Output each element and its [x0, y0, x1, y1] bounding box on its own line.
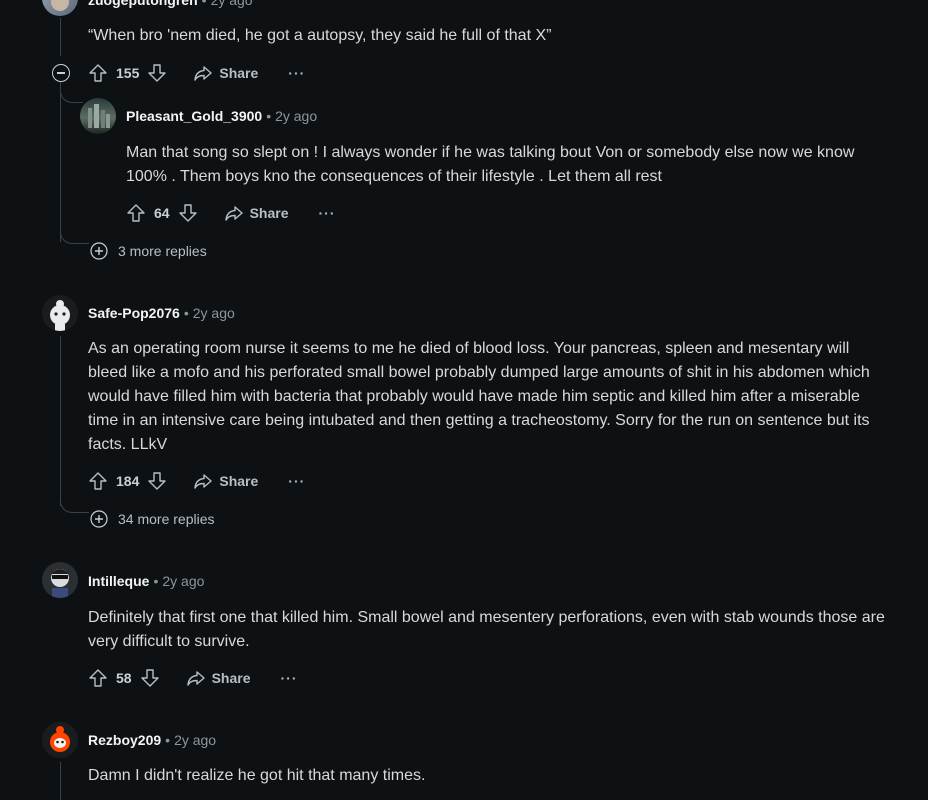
upvote-icon[interactable]: [88, 471, 108, 491]
avatar[interactable]: [42, 295, 78, 331]
thread-line: [60, 82, 61, 242]
downvote-icon[interactable]: [147, 63, 167, 83]
vote-count: 64: [154, 205, 170, 221]
username[interactable]: Rezboy209: [88, 732, 161, 748]
thread-elbow: [60, 494, 89, 513]
thread-line: [60, 336, 61, 506]
more-options-button[interactable]: ···: [319, 205, 336, 221]
share-label: Share: [249, 205, 289, 221]
upvote-icon[interactable]: [88, 63, 108, 83]
timestamp[interactable]: 2y ago: [211, 0, 253, 8]
timestamp[interactable]: 2y ago: [193, 305, 235, 321]
share-icon: [194, 66, 213, 81]
comment-meta: Pleasant_Gold_3900 • 2y ago: [126, 108, 317, 124]
snoo-avatar-icon: [50, 300, 70, 331]
share-icon: [194, 474, 213, 489]
comment-actions: 64 Share ···: [126, 199, 336, 227]
timestamp[interactable]: 2y ago: [174, 732, 216, 748]
avatar[interactable]: [42, 562, 78, 598]
share-icon: [186, 671, 205, 686]
comment-actions: 184 Share ···: [88, 467, 305, 495]
comment-meta: Rezboy209 • 2y ago: [88, 732, 216, 748]
add-circle-icon: [90, 242, 108, 260]
separator-dot: •: [153, 573, 159, 589]
more-options-button[interactable]: ···: [288, 65, 305, 81]
share-label: Share: [219, 65, 259, 81]
timestamp[interactable]: 2y ago: [275, 108, 317, 124]
username[interactable]: Pleasant_Gold_3900: [126, 108, 262, 124]
comment-body: “When bro 'nem died, he got a autopsy, t…: [88, 27, 552, 44]
thread-elbow: [60, 225, 89, 244]
avatar-image: [88, 104, 110, 128]
share-icon: [224, 206, 243, 221]
username[interactable]: Safe-Pop2076: [88, 305, 180, 321]
upvote-icon[interactable]: [88, 668, 108, 688]
comment-body: Man that song so slept on ! I always won…: [126, 144, 855, 185]
collapse-thread-button[interactable]: [52, 64, 70, 82]
comment-meta: Safe-Pop2076 • 2y ago: [88, 305, 235, 321]
share-button[interactable]: Share: [186, 668, 251, 688]
separator-dot: •: [183, 305, 189, 321]
more-replies-button[interactable]: 3 more replies: [90, 242, 207, 260]
share-button[interactable]: Share: [193, 63, 258, 83]
comment-meta: Intilleque • 2y ago: [88, 573, 204, 589]
vote-count: 58: [116, 670, 132, 686]
comment-meta: zuogeputongren • 2y ago: [88, 0, 253, 8]
thread-line: [60, 18, 61, 56]
share-button[interactable]: Share: [224, 203, 289, 223]
upvote-icon[interactable]: [126, 203, 146, 223]
username[interactable]: zuogeputongren: [88, 0, 198, 8]
downvote-icon[interactable]: [147, 471, 167, 491]
snoo-avatar-icon: [50, 726, 70, 752]
thread-elbow: [60, 80, 83, 103]
more-replies-button[interactable]: 34 more replies: [90, 510, 215, 528]
comment-actions: 155 Share ···: [88, 59, 305, 87]
share-label: Share: [211, 670, 251, 686]
more-replies-label: 3 more replies: [118, 243, 207, 259]
separator-dot: •: [165, 732, 171, 748]
more-options-button[interactable]: ···: [288, 473, 305, 489]
vote-count: 155: [116, 65, 140, 81]
downvote-icon[interactable]: [178, 203, 198, 223]
avatar[interactable]: [42, 0, 78, 16]
more-options-button[interactable]: ···: [281, 670, 298, 686]
share-button[interactable]: Share: [193, 471, 258, 491]
avatar[interactable]: [42, 722, 78, 758]
separator-dot: •: [201, 0, 207, 8]
username[interactable]: Intilleque: [88, 573, 149, 589]
avatar[interactable]: [80, 98, 116, 134]
comment-body: Definitely that first one that killed hi…: [88, 609, 885, 650]
comment-body: Damn I didn't realize he got hit that ma…: [88, 767, 426, 784]
add-circle-icon: [90, 510, 108, 528]
avatar-image: [51, 569, 69, 598]
timestamp[interactable]: 2y ago: [162, 573, 204, 589]
share-label: Share: [219, 473, 259, 489]
avatar-image: [51, 0, 69, 11]
comment-body: As an operating room nurse it seems to m…: [88, 340, 870, 453]
thread-line: [60, 762, 61, 800]
downvote-icon[interactable]: [140, 668, 160, 688]
separator-dot: •: [266, 108, 272, 124]
vote-count: 184: [116, 473, 140, 489]
comment-actions: 58 Share ···: [88, 664, 298, 692]
more-replies-label: 34 more replies: [118, 511, 215, 527]
